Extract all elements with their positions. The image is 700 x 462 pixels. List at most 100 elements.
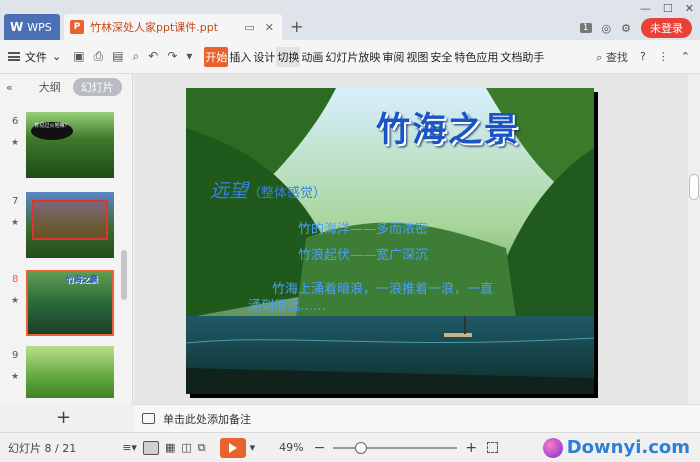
subtitle-note: （整体感觉）	[248, 186, 327, 201]
normal-view-icon[interactable]	[142, 440, 159, 455]
help-button[interactable]: ?	[640, 50, 646, 63]
ribbon-right-tools: ⌕ 查找 ? ⋮ ⌃	[596, 49, 700, 65]
settings-icon[interactable]: ⚙	[621, 22, 631, 35]
slide-number: 8	[12, 274, 19, 285]
notes-bar[interactable]: 单击此处添加备注	[134, 404, 700, 432]
notes-icon	[142, 413, 155, 424]
menu-tab-slideshow[interactable]: 幻灯片放映	[324, 47, 381, 67]
reading-view-icon[interactable]: ◫	[181, 441, 191, 454]
window-controls: — ☐ ✕	[640, 2, 694, 15]
zoom-out-icon[interactable]: −	[314, 440, 326, 456]
search-button[interactable]: ⌕ 查找	[596, 49, 628, 65]
slide-caption: 你见过火地嘛？	[31, 122, 73, 140]
slide-line-2: 竹浪起伏——宽广深沉	[298, 248, 429, 263]
slide-count: 幻灯片 8 / 21	[8, 441, 77, 455]
notes-placeholder: 单击此处添加备注	[163, 412, 251, 426]
print-icon[interactable]: ▤	[112, 49, 123, 64]
zoom-in-icon[interactable]: +	[465, 440, 477, 456]
watermark-text: Downyi.com	[566, 437, 690, 458]
menu-tab-insert[interactable]: 插入	[228, 47, 252, 67]
redo-icon[interactable]: ↷	[167, 49, 177, 64]
slide-subtitle: 远望（整体感觉）	[210, 176, 326, 203]
account-area: 1 ◎ ⚙ 未登录	[579, 18, 692, 38]
menu-tab-security[interactable]: 安全	[429, 47, 453, 67]
slides-panel-header: « 大纲 幻灯片	[0, 74, 132, 100]
maximize-icon[interactable]: ☐	[663, 2, 673, 15]
slide-number: 9	[12, 350, 19, 361]
menu-tab-animation[interactable]: 动画	[300, 47, 324, 67]
watermark: Downyi.com	[542, 437, 690, 458]
slide-sorter-icon[interactable]: ▦	[165, 441, 175, 454]
animation-star-icon: ★	[11, 138, 20, 148]
animation-star-icon: ★	[11, 218, 20, 228]
wps-logo-icon: W	[10, 20, 24, 34]
canvas-scroll-thumb[interactable]	[689, 174, 699, 200]
play-slideshow-button[interactable]	[219, 437, 246, 458]
animation-star-icon: ★	[11, 296, 20, 306]
menu-tabs: 开始 插入 设计 切换 动画 幻灯片放映 审阅 视图 安全 特色应用 文档助手	[204, 46, 545, 67]
file-menu[interactable]: 文件 ⌄	[8, 49, 61, 65]
menu-tab-design[interactable]: 设计	[252, 47, 276, 67]
tab-wps[interactable]: W WPS	[4, 14, 60, 40]
ribbon: 文件 ⌄ ▣ ⎙ ▤ ⌕ ↶ ↷ ▾ 开始 插入 设计 切换 动画 幻灯片放映 …	[0, 40, 700, 74]
hamburger-icon	[8, 52, 20, 61]
menu-tab-assistant[interactable]: 文档助手	[499, 47, 545, 67]
collapse-panel-icon[interactable]: «	[6, 81, 13, 94]
menu-tab-start[interactable]: 开始	[204, 46, 229, 67]
badge-count[interactable]: 1	[579, 23, 592, 33]
menu-tab-transition[interactable]: 切换	[276, 46, 301, 67]
file-menu-label: 文件	[25, 50, 47, 64]
tab-document[interactable]: P 竹林深处人家ppt课件.ppt ▭ ✕	[64, 14, 282, 40]
quick-access-toolbar: ▣ ⎙ ▤ ⌕ ↶ ↷ ▾	[73, 49, 192, 64]
new-tab-button[interactable]: +	[290, 17, 303, 36]
thumbnails-scrollbar[interactable]	[121, 250, 127, 300]
animation-star-icon: ★	[11, 372, 20, 382]
tab-outline[interactable]: 大纲	[31, 78, 69, 96]
tab-slides[interactable]: 幻灯片	[72, 78, 122, 96]
search-preview-icon[interactable]: ⌕	[133, 49, 140, 64]
zoom-level[interactable]: 49%	[279, 441, 303, 454]
more-icon[interactable]: ⋮	[658, 50, 669, 63]
slide-title: 竹海之景	[376, 110, 520, 150]
title-bar: W WPS P 竹林深处人家ppt课件.ppt ▭ ✕ + — ☐ ✕ 1 ◎ …	[0, 0, 700, 40]
customize-icon[interactable]: ▾	[186, 49, 192, 64]
menu-tab-review[interactable]: 审阅	[381, 47, 405, 67]
menu-tab-features[interactable]: 特色应用	[453, 47, 499, 67]
save-icon[interactable]: ▣	[73, 49, 84, 64]
watermark-logo-icon	[542, 437, 563, 458]
status-bar: 幻灯片 8 / 21 ≡▾ ▦ ◫ ⧉ ▾ 49% − + Downyi.com	[0, 432, 700, 462]
zoom-slider-knob[interactable]	[354, 441, 367, 454]
slide-image: 竹海之景	[26, 270, 114, 336]
fit-to-window-icon[interactable]	[487, 442, 499, 453]
skin-icon[interactable]: ◎	[602, 22, 612, 35]
ppt-file-icon: P	[70, 20, 84, 34]
login-button[interactable]: 未登录	[641, 18, 692, 38]
tab-document-label: 竹林深处人家ppt课件.ppt	[90, 21, 219, 34]
zoom-slider[interactable]	[333, 441, 458, 454]
slides-panel: « 大纲 幻灯片 6 ★ 你见过火地嘛？ 7 ★ 8 ★ 竹海之景 9 ★	[0, 74, 133, 404]
add-slide-button[interactable]: +	[56, 407, 71, 428]
close-tab-icon[interactable]: ✕	[265, 21, 274, 34]
slide-thumbnails: 6 ★ 你见过火地嘛？ 7 ★ 8 ★ 竹海之景 9 ★	[0, 108, 120, 398]
close-window-icon[interactable]: ✕	[685, 2, 694, 15]
slide-image	[26, 346, 114, 398]
slide-image: 你见过火地嘛？	[26, 112, 114, 178]
slide-caption: 竹海之景	[66, 275, 98, 284]
menu-tab-view[interactable]: 视图	[405, 47, 429, 67]
search-label: 查找	[605, 50, 628, 64]
undo-icon[interactable]: ↶	[148, 49, 158, 64]
play-options-chevron-icon[interactable]: ▾	[250, 441, 256, 454]
search-icon: ⌕	[596, 50, 603, 64]
minimize-icon[interactable]: —	[640, 2, 651, 15]
slide-number: 6	[12, 116, 19, 127]
presenter-view-icon[interactable]: ⧉	[198, 441, 206, 455]
notes-toggle-icon[interactable]: ≡▾	[122, 441, 137, 454]
canvas-scrollbar[interactable]	[688, 74, 700, 404]
print-preview-icon[interactable]: ⎙	[94, 49, 104, 64]
monitor-icon[interactable]: ▭	[244, 21, 254, 34]
chevron-down-icon: ⌄	[52, 50, 62, 63]
slide-image	[26, 192, 114, 258]
current-slide[interactable]: 竹海之景 远望（整体感觉） 竹的海洋——多而浓密 竹浪起伏——宽广深沉 竹海上涌…	[186, 88, 594, 394]
collapse-ribbon-icon[interactable]: ⌃	[681, 50, 690, 63]
tab-wps-label: WPS	[27, 20, 52, 34]
